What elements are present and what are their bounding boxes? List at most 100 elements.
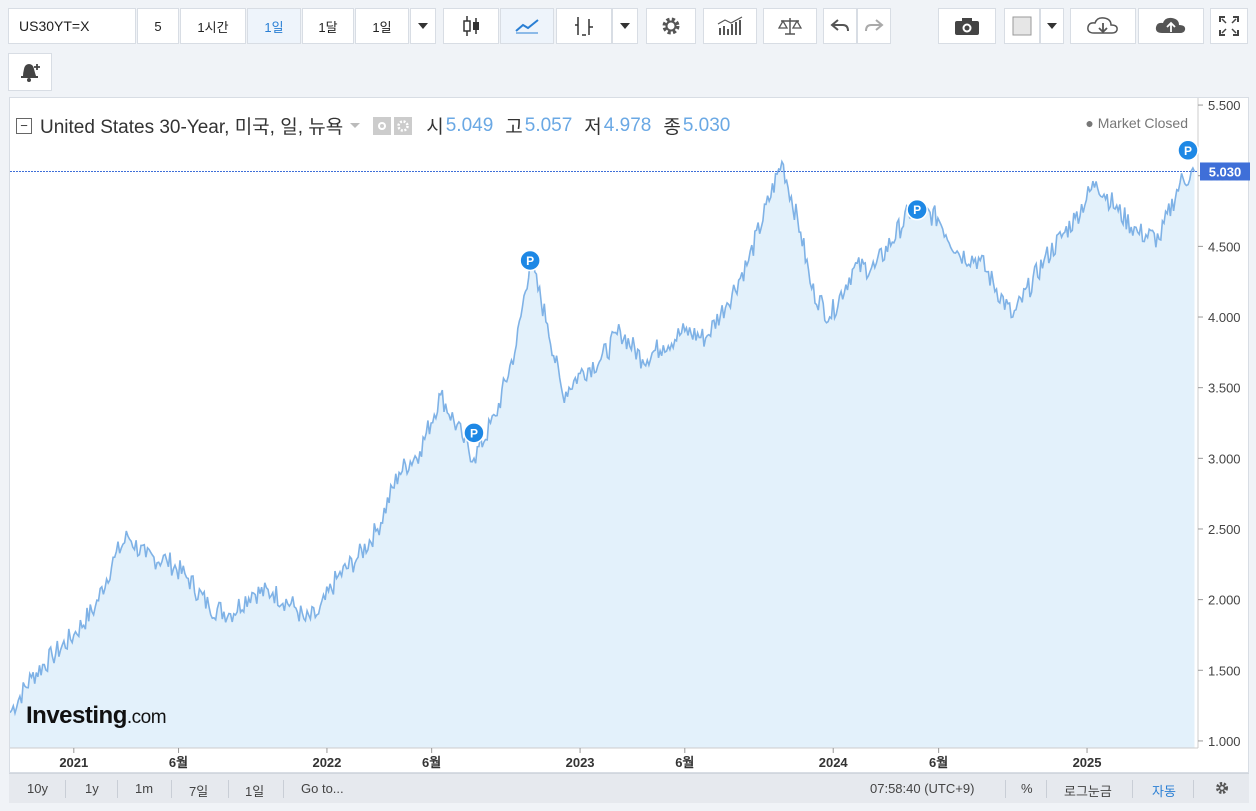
camera-icon [955, 18, 979, 35]
x-tick-label: 6월 [929, 755, 948, 770]
range-1m[interactable]: 1m [135, 781, 153, 796]
line-chart-icon [515, 19, 539, 34]
divider [283, 780, 284, 798]
chevron-down-icon[interactable] [349, 122, 361, 130]
range-10y[interactable]: 10y [27, 781, 48, 796]
high-value: 5.057 [524, 114, 573, 136]
low-value: 4.978 [603, 114, 652, 136]
high-label: 고 [505, 117, 523, 138]
fullscreen-button[interactable] [1210, 8, 1248, 44]
range-1d[interactable]: 1일 [245, 781, 264, 800]
indicator-dropdown-button[interactable] [612, 8, 638, 44]
divider [1193, 780, 1194, 798]
goto-button[interactable]: Go to... [301, 781, 344, 796]
candlestick-button[interactable] [443, 8, 499, 44]
indicator-icon [575, 17, 593, 36]
chart-pane[interactable]: 1.000 1.500 2.000 2.500 3.000 3.500 4.000 4.500… [9, 97, 1250, 774]
interval-1d-button[interactable]: 1일 [247, 8, 301, 44]
logo-main: Investing [26, 702, 127, 729]
y-tick-label: 1.000 [1208, 734, 1241, 749]
y-tick-label: 3.000 [1208, 451, 1241, 466]
range-1y[interactable]: 1y [85, 781, 99, 796]
interval-custom-button[interactable]: 1일 [355, 8, 409, 44]
candlestick-icon [463, 16, 479, 36]
color-picker-button[interactable] [1004, 8, 1040, 44]
x-tick-label: 2023 [566, 755, 595, 770]
chart-app: US30YT=X 5 1시간 1일 1달 1일 1.000 1.500 2.00… [0, 0, 1256, 811]
divider [65, 780, 66, 798]
price-chart[interactable]: 1.000 1.500 2.000 2.500 3.000 3.500 4.000 4.500… [10, 98, 1250, 774]
close-value: 5.030 [682, 114, 731, 136]
divider [171, 780, 172, 798]
redo-button[interactable] [857, 8, 891, 44]
y-tick-label: 2.000 [1208, 593, 1241, 608]
range-7d[interactable]: 7일 [189, 781, 208, 800]
market-status: ● Market Closed [1085, 115, 1188, 131]
y-tick-label: 2.500 [1208, 522, 1241, 537]
x-tick-label: 6월 [422, 755, 441, 770]
line-chart-button[interactable] [500, 8, 554, 44]
compare-button[interactable] [763, 8, 817, 44]
add-alert-button[interactable] [8, 53, 52, 91]
p-marker-label: P [913, 203, 921, 217]
log-scale-toggle[interactable]: 로그눈금 [1064, 781, 1112, 800]
p-marker-label: P [470, 426, 478, 440]
chevron-down-icon [1047, 23, 1057, 29]
gear-icon[interactable] [1214, 780, 1230, 796]
divider [1005, 780, 1006, 798]
snapshot-button[interactable] [938, 8, 996, 44]
x-tick-label: 2021 [59, 755, 88, 770]
close-label: 종 [663, 117, 681, 138]
x-tick-label: 6월 [169, 755, 188, 770]
low-label: 저 [584, 117, 602, 138]
last-price-label: 5.030 [1209, 164, 1242, 179]
divider [1046, 780, 1047, 798]
color-swatch-icon [1012, 16, 1032, 36]
clock: 07:58:40 (UTC+9) [870, 781, 975, 796]
x-tick-label: 6월 [675, 755, 694, 770]
interval-5-button[interactable]: 5 [137, 8, 179, 44]
auto-scale-toggle[interactable]: 자동 [1152, 781, 1176, 800]
interval-1m-button[interactable]: 1달 [302, 8, 354, 44]
cloud-upload-icon [1155, 17, 1186, 33]
gear-icon [662, 17, 680, 35]
interval-dropdown-button[interactable] [410, 8, 436, 44]
y-tick-label: 4.500 [1208, 239, 1241, 254]
divider [1132, 780, 1133, 798]
y-tick-label: 1.500 [1208, 663, 1241, 678]
save-chart-button[interactable] [1138, 8, 1204, 44]
color-dropdown-button[interactable] [1040, 8, 1064, 44]
legend-gear-icon[interactable] [394, 116, 413, 135]
undo-button[interactable] [823, 8, 857, 44]
logo-suffix: .com [126, 707, 167, 728]
interval-1h-button[interactable]: 1시간 [180, 8, 246, 44]
x-tick-label: 2022 [312, 755, 341, 770]
scale-icon [778, 18, 802, 35]
redo-icon [865, 19, 884, 32]
chevron-down-icon [620, 23, 630, 29]
symbol-input[interactable]: US30YT=X [8, 8, 136, 44]
collapse-legend-icon[interactable]: − [16, 117, 32, 134]
fullscreen-icon [1219, 16, 1239, 36]
percent-toggle[interactable]: % [1021, 781, 1033, 796]
open-value: 5.049 [445, 114, 494, 136]
legend-title: United States 30-Year, 미국, 일, 뉴욕 [40, 117, 344, 138]
eye-icon[interactable] [373, 116, 392, 135]
p-marker-label: P [526, 254, 534, 268]
bar-studies-icon [717, 16, 743, 35]
studies-button[interactable] [703, 8, 757, 44]
investing-logo: Investing.com [26, 702, 167, 730]
cloud-download-icon [1087, 17, 1118, 34]
p-marker-label: P [1184, 144, 1192, 158]
bottom-bar: 10y 1y 1m 7일 1일 Go to... 07:58:40 (UTC+9… [9, 773, 1249, 803]
undo-icon [830, 19, 849, 32]
y-tick-label: 4.000 [1208, 310, 1241, 325]
chevron-down-icon [418, 23, 428, 29]
y-tick-label: 3.500 [1208, 381, 1241, 396]
y-tick-label: 5.500 [1208, 98, 1241, 113]
divider [228, 780, 229, 798]
indicator-button[interactable] [556, 8, 612, 44]
divider [117, 780, 118, 798]
load-chart-button[interactable] [1070, 8, 1136, 44]
settings-button[interactable] [646, 8, 696, 44]
